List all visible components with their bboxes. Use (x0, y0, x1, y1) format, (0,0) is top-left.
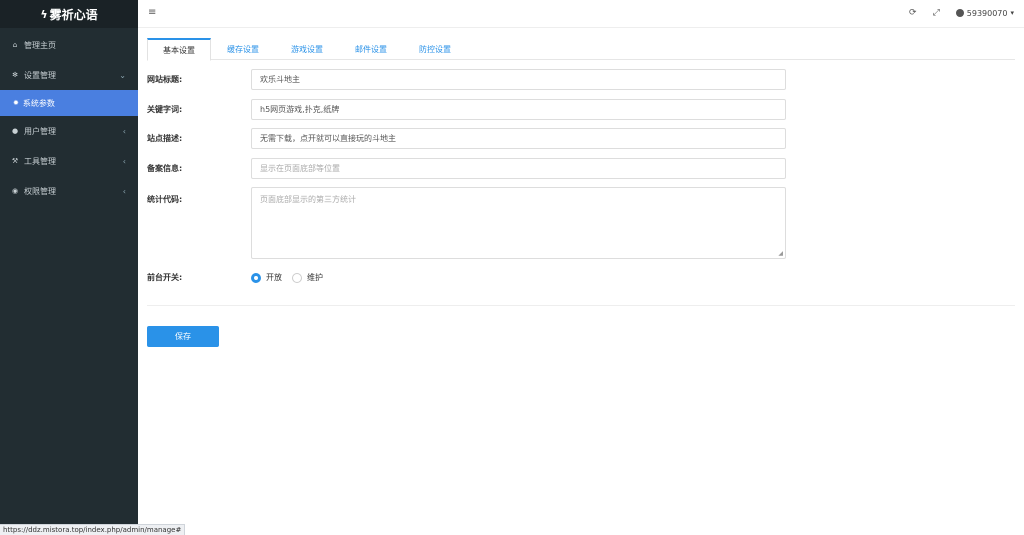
site-title-label: 网站标题: (147, 75, 183, 84)
keywords-input[interactable]: h5网页游戏,扑克,纸牌 (251, 99, 786, 120)
chevron-down-icon: ⌄ (119, 70, 126, 80)
chevron-left-icon: ‹ (122, 186, 126, 196)
chevron-left-icon: ‹ (122, 156, 126, 166)
resize-grip-icon[interactable]: ◢ (778, 250, 783, 257)
tab-mail[interactable]: 邮件设置 (339, 38, 403, 60)
sidebar-item-label: 系统参数 (22, 98, 55, 108)
form-row-frontend-switch: 前台开关: 开放 维护 (147, 272, 333, 283)
status-bar-url: https://ddz.mistora.top/index.php/admin/… (0, 524, 186, 535)
sidebar-item-label: 工具管理 (24, 156, 56, 166)
form-row-description: 站点描述: 无需下载，点开就可以直接玩的斗地主 (147, 128, 786, 149)
menu-toggle-icon[interactable]: ≡ (148, 7, 156, 18)
cogs-icon: ✻ (12, 71, 18, 79)
sidebar-item-label: 用户管理 (24, 126, 56, 136)
frontend-switch-label: 前台开关: (147, 273, 183, 282)
sidebar-item-label: 设置管理 (24, 70, 56, 80)
radio-maintenance[interactable] (292, 272, 302, 283)
sidebar: ϟ 雾祈心语 ⌂ 管理主页 ✻ 设置管理 ⌄ ✹ 系统参数 ● 用户管理 ‹ ⚒… (0, 0, 138, 535)
bolt-icon: ϟ (40, 7, 48, 21)
tab-basic[interactable]: 基本设置 (147, 38, 211, 61)
sidebar-item-label: 管理主页 (24, 40, 56, 50)
wrench-icon: ⚒ (11, 157, 19, 165)
form-row-icp: 备案信息: 显示在页面底部等位置 (147, 158, 786, 179)
sidebar-item-tools[interactable]: ⚒ 工具管理 ‹ (0, 146, 138, 176)
frontend-switch-radios: 开放 维护 (251, 272, 333, 283)
refresh-icon[interactable]: ⟳ (909, 8, 917, 18)
user-icon (955, 9, 964, 17)
caret-down-icon: ▾ (1010, 9, 1014, 17)
radio-maintenance-label[interactable]: 维护 (307, 272, 323, 283)
tab-cache[interactable]: 缓存设置 (211, 38, 275, 60)
sidebar-item-system-params[interactable]: ✹ 系统参数 (0, 90, 138, 116)
users-icon: ● (11, 127, 19, 135)
topbar: ≡ ⟳ ⤢ 59390070 ▾ (138, 0, 1024, 28)
user-circle-icon: ◉ (11, 187, 19, 195)
gear-icon: ✹ (13, 99, 19, 107)
site-title-input[interactable]: 欢乐斗地主 (251, 69, 786, 90)
keywords-label: 关键字词: (147, 105, 183, 114)
form-row-keywords: 关键字词: h5网页游戏,扑克,纸牌 (147, 99, 786, 120)
sidebar-item-label: 权限管理 (24, 186, 56, 196)
sidebar-item-home[interactable]: ⌂ 管理主页 (0, 30, 138, 60)
chevron-left-icon: ‹ (122, 126, 126, 136)
description-label: 站点描述: (147, 134, 183, 143)
stats-code-textarea[interactable]: 页面底部显示的第三方统计 ◢ (251, 187, 786, 259)
form-row-site-title: 网站标题: 欢乐斗地主 (147, 69, 786, 90)
description-input[interactable]: 无需下载，点开就可以直接玩的斗地主 (251, 128, 786, 149)
topbar-actions: ⟳ ⤢ 59390070 ▾ (893, 8, 1014, 18)
tab-security[interactable]: 防控设置 (403, 38, 467, 60)
home-icon: ⌂ (12, 41, 18, 49)
settings-tabs: 基本设置 缓存设置 游戏设置 邮件设置 防控设置 (147, 38, 1015, 61)
tab-game[interactable]: 游戏设置 (275, 38, 339, 60)
icp-input[interactable]: 显示在页面底部等位置 (251, 158, 786, 179)
username: 59390070 (966, 8, 1008, 18)
sidebar-item-users[interactable]: ● 用户管理 ‹ (0, 116, 138, 146)
fullscreen-icon[interactable]: ⤢ (933, 8, 940, 18)
divider (147, 305, 1015, 306)
brand-title: 雾祈心语 (49, 7, 98, 22)
sidebar-item-permissions[interactable]: ◉ 权限管理 ‹ (0, 176, 138, 206)
form-row-stats-code: 统计代码: 页面底部显示的第三方统计 ◢ (147, 187, 786, 259)
stats-code-label: 统计代码: (147, 195, 183, 204)
radio-open[interactable] (251, 272, 261, 283)
stats-code-placeholder: 页面底部显示的第三方统计 (260, 195, 356, 204)
radio-open-label[interactable]: 开放 (266, 272, 282, 283)
icp-label: 备案信息: (147, 164, 183, 173)
brand[interactable]: ϟ 雾祈心语 (0, 0, 138, 28)
save-button[interactable]: 保存 (147, 326, 219, 347)
user-menu[interactable]: 59390070 ▾ (955, 8, 1014, 18)
sidebar-nav: ⌂ 管理主页 ✻ 设置管理 ⌄ ✹ 系统参数 ● 用户管理 ‹ ⚒ 工具管理 ‹… (0, 30, 138, 206)
sidebar-item-settings[interactable]: ✻ 设置管理 ⌄ (0, 60, 138, 90)
